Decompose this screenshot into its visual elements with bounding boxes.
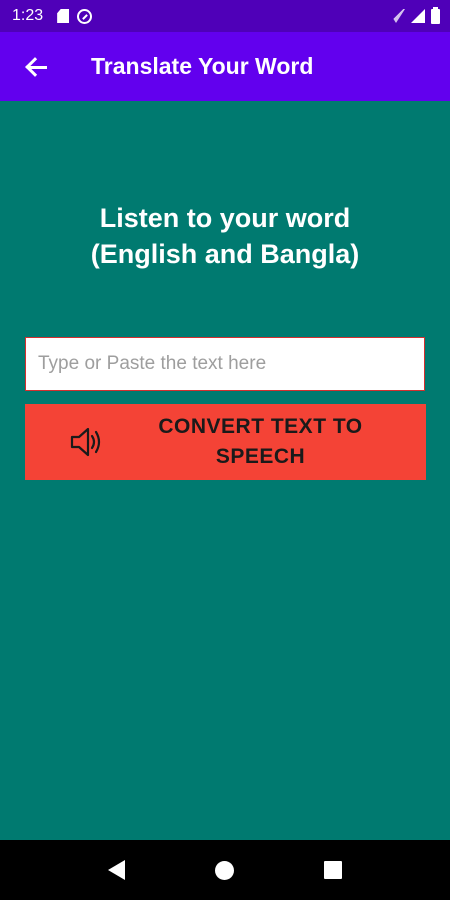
arrow-back-icon (25, 57, 47, 77)
convert-text-to-speech-button[interactable]: CONVERT TEXT TO SPEECH (25, 404, 426, 480)
wifi-icon (387, 9, 405, 23)
convert-label-line-2: SPEECH (215, 445, 306, 468)
nav-recents-icon[interactable] (324, 861, 342, 879)
convert-label-line-1: CONVERT TEXT TO (158, 415, 363, 438)
status-time: 1:23 (12, 7, 44, 24)
speaker-icon (39, 422, 135, 462)
heading-line-2: (English and Bangla) (90, 239, 360, 269)
app-bar: Translate Your Word (0, 32, 450, 101)
text-input[interactable] (25, 337, 425, 391)
back-button[interactable] (0, 32, 72, 101)
page-heading: Listen to your word (English and Bangla) (0, 200, 450, 272)
convert-button-label: CONVERT TEXT TO SPEECH (135, 412, 426, 472)
battery-icon (431, 6, 440, 24)
signal-icon (411, 9, 425, 23)
navigation-bar (0, 840, 450, 900)
heading-line-1: Listen to your word (99, 203, 351, 233)
sd-card-icon (57, 9, 70, 23)
sync-icon (77, 8, 93, 24)
status-bar: 1:23 (0, 0, 450, 32)
status-left-icons (57, 8, 93, 24)
status-right-icons (387, 6, 440, 24)
app-title: Translate Your Word (91, 53, 314, 79)
nav-home-icon[interactable] (215, 860, 234, 880)
nav-back-icon[interactable] (108, 860, 125, 880)
